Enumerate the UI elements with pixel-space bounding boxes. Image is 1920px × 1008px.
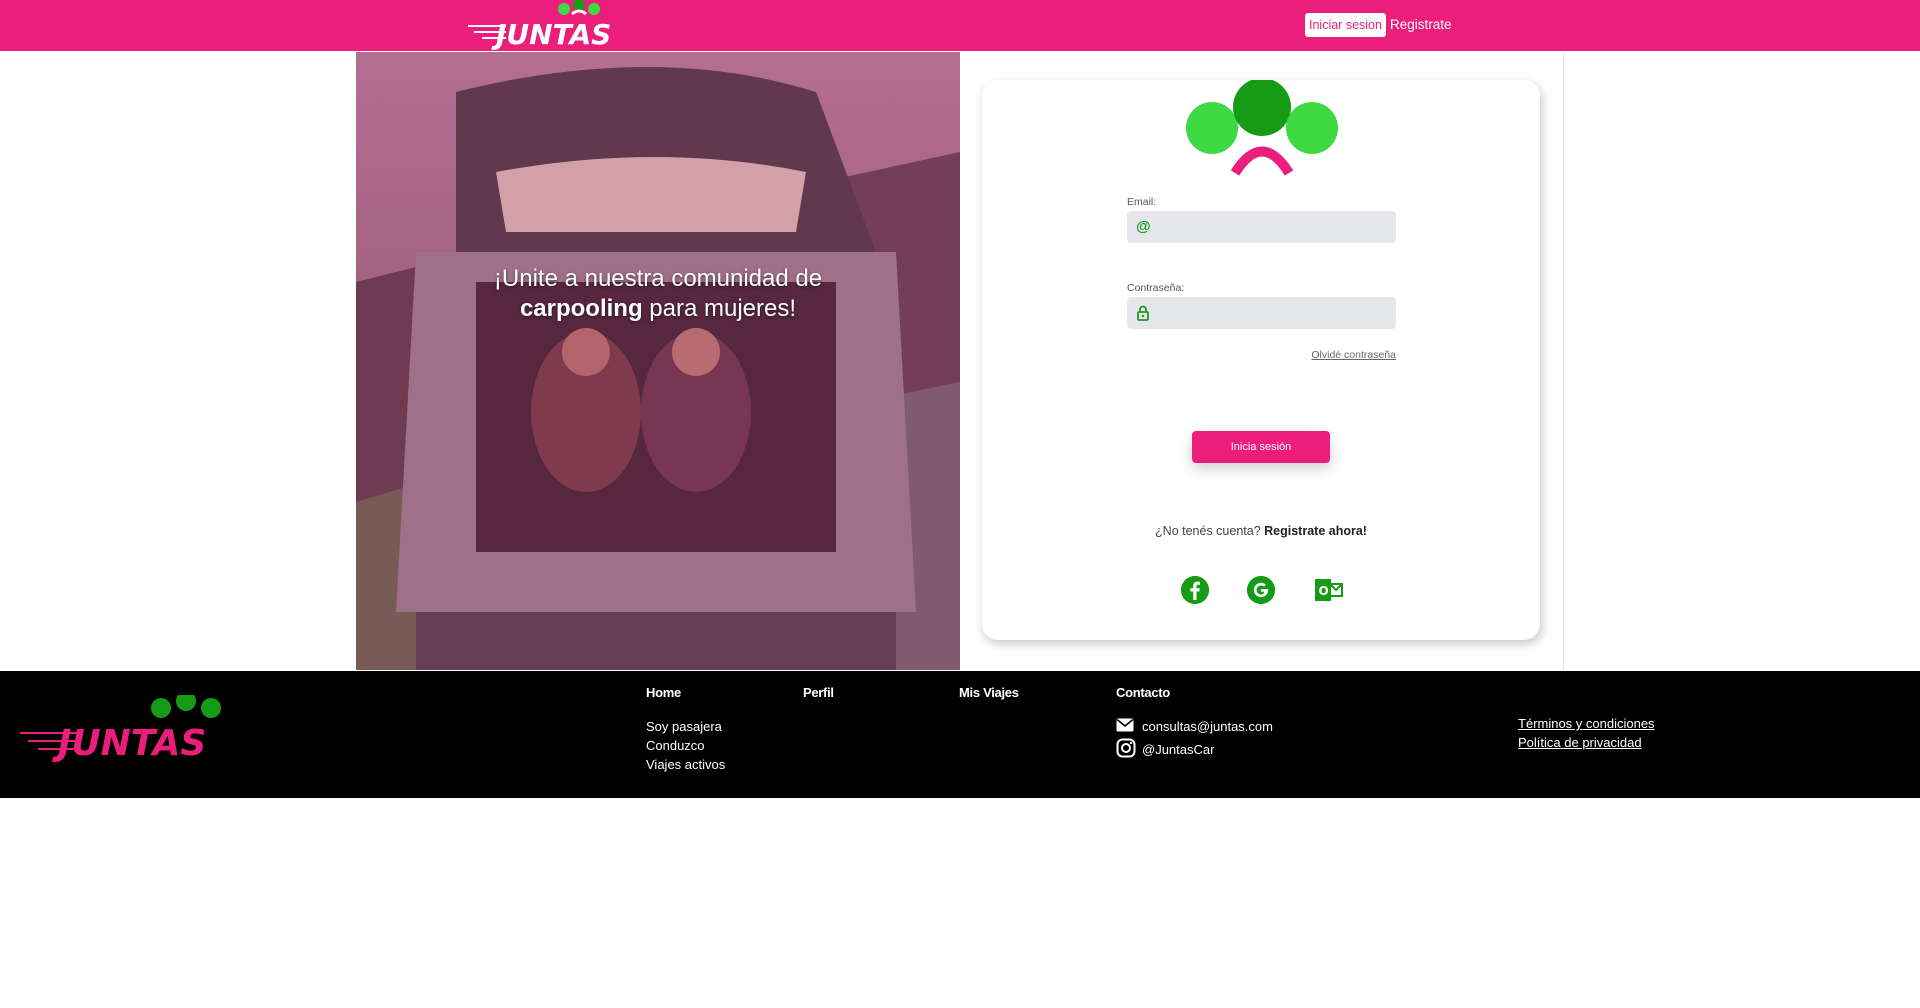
password-field[interactable] [1127,297,1396,329]
mail-icon [1116,718,1136,735]
juntas-logo[interactable]: JUNTAS [466,0,626,50]
juntas-community-icon [1186,80,1338,176]
hero-line2-rest: para mujeres! [642,295,797,322]
footer-heading-mis-viajes[interactable]: Mis Viajes [959,685,1019,700]
outlook-icon[interactable]: O [1313,576,1343,604]
svg-text:JUNTAS: JUNTAS [491,18,611,50]
footer-contact-instagram[interactable]: @JuntasCar [1116,738,1214,761]
footer-heading-contacto[interactable]: Contacto [1116,685,1170,700]
contact-email-text[interactable]: consultas@juntas.com [1142,719,1273,734]
terms-link[interactable]: Términos y condiciones [1518,716,1655,731]
hero-line1: ¡Unite a nuestra comunidad de [493,265,823,292]
facebook-icon[interactable] [1181,576,1209,604]
google-icon[interactable] [1247,576,1275,604]
instagram-icon [1116,738,1136,761]
hero-line2: carpooling para mujeres! [356,294,960,324]
footer-juntas-logo[interactable]: JUNTAS [18,695,228,765]
svg-text:JUNTAS: JUNTAS [52,723,206,764]
login-submit-button[interactable]: Inicia sesión [1192,431,1330,463]
hero-overlay [356,52,960,670]
footer-heading-home[interactable]: Home [646,685,681,700]
register-now-link[interactable]: Registrate ahora! [1264,524,1367,538]
no-account-prompt: ¿No tenés cuenta? Registrate ahora! [982,524,1540,538]
footer-link-viajes-activos[interactable]: Viajes activos [646,757,725,772]
footer-link-conduzco[interactable]: Conduzco [646,738,705,753]
login-card: Email: @ Contraseña: Olvidé contraseña I… [982,80,1540,640]
nav-login-link[interactable]: Iniciar sesion [1305,13,1386,37]
no-account-text: ¿No tenés cuenta? [1155,524,1265,538]
nav-register-link[interactable]: Registrate [1390,13,1452,37]
lock-icon [1136,305,1152,321]
forgot-password-link[interactable]: Olvidé contraseña [1302,349,1396,361]
footer-contact-email[interactable]: consultas@juntas.com [1116,718,1273,735]
footer-link-soy-pasajera[interactable]: Soy pasajera [646,719,722,734]
hero-image: ¡Unite a nuestra comunidad de carpooling… [356,52,960,670]
top-navbar: JUNTAS Iniciar sesion Registrate [0,0,1920,51]
svg-text:O: O [1319,584,1329,598]
email-input[interactable] [1157,211,1392,243]
password-label: Contraseña: [1127,282,1185,294]
footer-heading-perfil[interactable]: Perfil [803,685,834,700]
privacy-link[interactable]: Política de privacidad [1518,735,1642,750]
hero-tagline: ¡Unite a nuestra comunidad de carpooling… [356,264,960,324]
password-input[interactable] [1157,297,1392,329]
hero-bold-word: carpooling [519,295,643,322]
email-field[interactable]: @ [1127,211,1396,243]
content-divider [1563,52,1564,670]
footer: JUNTAS Home Perfil Mis Viajes Contacto S… [0,671,1920,798]
email-label: Email: [1127,196,1157,208]
at-icon: @ [1136,218,1151,235]
contact-instagram-text[interactable]: @JuntasCar [1142,742,1214,757]
